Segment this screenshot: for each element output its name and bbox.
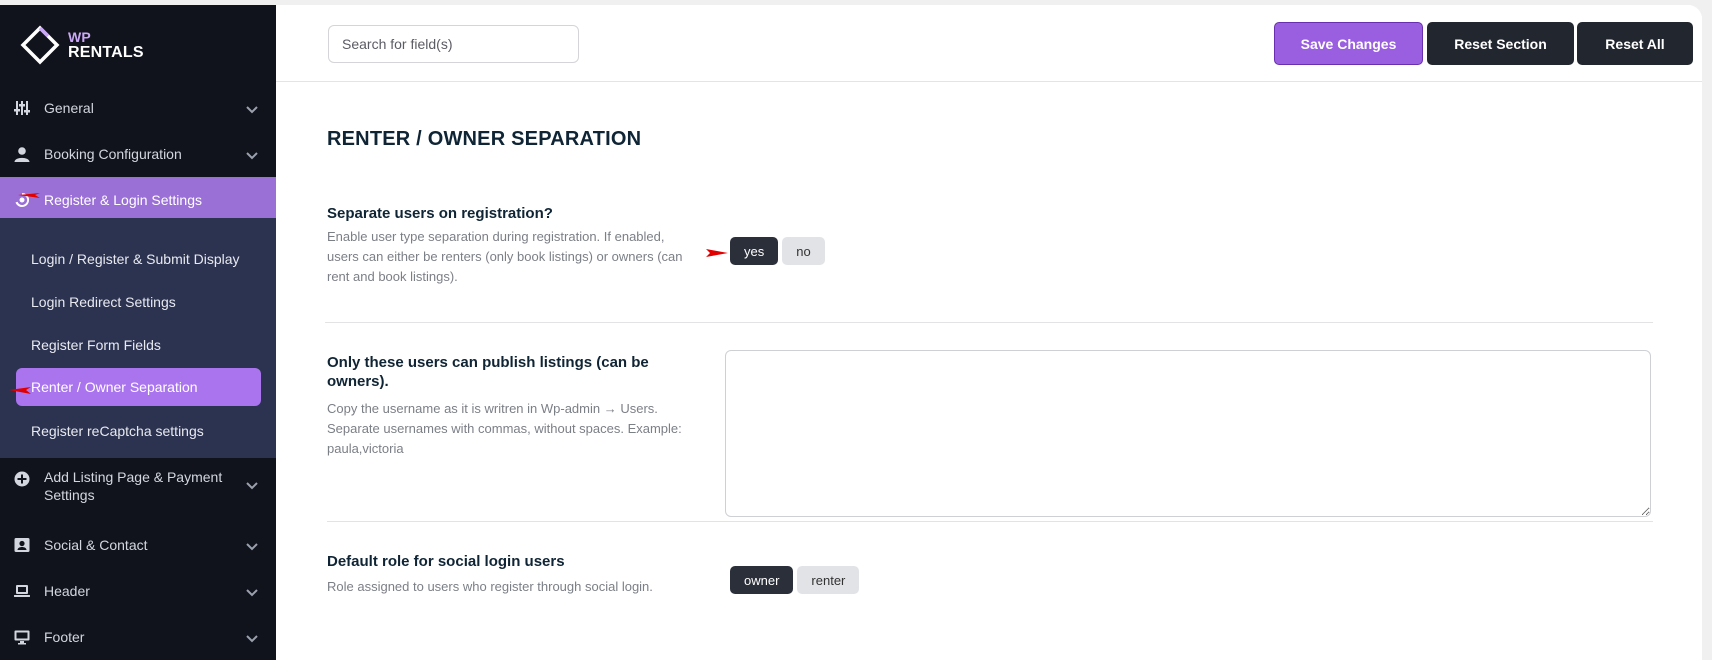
submenu-item-label: Renter / Owner Separation — [31, 379, 198, 395]
chevron-down-icon — [246, 148, 258, 160]
sidebar: WP RENTALS General Booking Configuration — [0, 5, 276, 660]
field-title-default-role: Default role for social login users — [327, 553, 565, 570]
reset-section-button[interactable]: Reset Section — [1427, 22, 1574, 65]
red-pointer-arrow-icon — [18, 188, 40, 200]
submenu-item-register-recaptcha-settings[interactable]: Register reCaptcha settings — [16, 412, 261, 450]
field-description-default-role: Role assigned to users who register thro… — [327, 579, 653, 594]
submenu-item-label: Login / Register & Submit Display — [31, 251, 240, 267]
submenu-item-login-redirect-settings[interactable]: Login Redirect Settings — [16, 283, 261, 321]
reset-all-button[interactable]: Reset All — [1577, 22, 1693, 65]
sidebar-item-social-contact[interactable]: Social & Contact — [0, 522, 276, 568]
save-changes-button[interactable]: Save Changes — [1274, 22, 1423, 65]
sidebar-item-general[interactable]: General — [0, 85, 276, 131]
option-yes[interactable]: yes — [730, 237, 779, 265]
option-no[interactable]: no — [782, 237, 825, 265]
logo-line2: RENTALS — [68, 44, 144, 61]
submenu-item-label: Register Form Fields — [31, 337, 161, 353]
option-owner[interactable]: owner — [730, 566, 794, 594]
sidebar-item-label: Add Listing Page & Payment Settings — [44, 469, 223, 503]
chevron-down-icon — [246, 539, 258, 551]
chevron-down-icon — [246, 102, 258, 114]
user-icon — [14, 146, 30, 162]
main-content: RENTER / OWNER SEPARATION Separate users… — [276, 83, 1702, 660]
sliders-icon — [14, 100, 30, 116]
divider — [325, 322, 1653, 323]
submenu-item-renter-owner-separation[interactable]: Renter / Owner Separation — [16, 368, 261, 406]
laptop-icon — [14, 583, 30, 599]
sidebar-item-footer[interactable]: Footer — [0, 614, 276, 660]
red-pointer-arrow-icon — [9, 383, 31, 395]
field-title-separate-users: Separate users on registration? — [327, 205, 553, 222]
field-description-separate-users: Enable user type separation during regis… — [327, 229, 683, 284]
logo-line1: WP — [68, 29, 91, 45]
contact-card-icon — [14, 537, 30, 553]
submenu-item-register-form-fields[interactable]: Register Form Fields — [16, 326, 261, 364]
submenu-item-label: Register reCaptcha settings — [31, 423, 204, 439]
divider — [327, 521, 1653, 522]
submenu-item-label: Login Redirect Settings — [31, 294, 176, 310]
chevron-down-icon — [246, 631, 258, 643]
sidebar-item-label: Register & Login Settings — [44, 192, 202, 208]
sidebar-item-add-listing-payment-settings[interactable]: Add Listing Page & Payment Settings — [0, 458, 276, 514]
submenu-register-login: Login / Register & Submit Display Login … — [0, 218, 276, 458]
publish-users-textarea[interactable] — [725, 350, 1651, 517]
sidebar-item-label: General — [44, 100, 94, 116]
logo: WP RENTALS — [20, 23, 144, 67]
monitor-icon — [14, 629, 30, 645]
section-title: RENTER / OWNER SEPARATION — [327, 128, 642, 150]
option-renter[interactable]: renter — [797, 566, 860, 594]
plus-circle-icon — [14, 471, 30, 487]
sidebar-item-register-login-settings[interactable]: Register & Login Settings — [0, 177, 276, 223]
field-description-publish-users: Copy the username as it is writren in Wp… — [327, 401, 682, 456]
logo-diamond-icon — [20, 25, 60, 65]
separate-users-toggle: yes no — [730, 237, 825, 265]
sidebar-item-header[interactable]: Header — [0, 568, 276, 614]
field-title-publish-users: Only these users can publish listings (c… — [327, 354, 649, 390]
logo-text: WP RENTALS — [68, 29, 144, 61]
sidebar-item-label: Footer — [44, 629, 85, 645]
app-frame: WP RENTALS General Booking Configuration — [0, 5, 1702, 660]
topbar: Save Changes Reset Section Reset All — [276, 5, 1702, 82]
submenu-item-login-register-submit-display[interactable]: Login / Register & Submit Display — [16, 240, 261, 278]
default-role-toggle: owner renter — [730, 566, 860, 594]
search-input[interactable] — [328, 25, 579, 63]
red-pointer-arrow-icon — [706, 246, 728, 258]
sidebar-item-label: Social & Contact — [44, 537, 148, 553]
sidebar-item-booking-configuration[interactable]: Booking Configuration — [0, 131, 276, 177]
chevron-down-icon — [246, 478, 258, 490]
chevron-down-icon — [246, 585, 258, 597]
sidebar-item-label: Booking Configuration — [44, 146, 182, 162]
sidebar-item-label: Header — [44, 583, 90, 599]
